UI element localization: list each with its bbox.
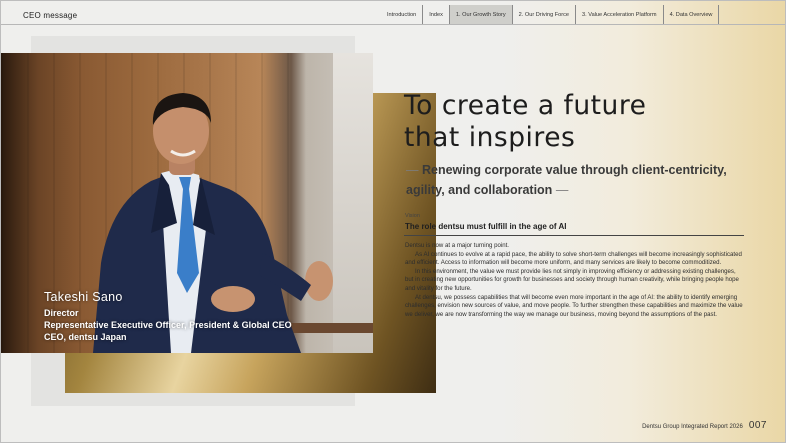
ceo-name: Takeshi Sano [44,290,123,304]
headline-line-2: that inspires [404,122,576,153]
subheadline: — Renewing corporate value through clien… [406,160,751,200]
subhead-dash-open: — [406,163,419,177]
nav-data-overview[interactable]: 4. Data Overview [662,5,720,24]
body-paragraph: As AI continues to evolve at a rapid pac… [405,250,742,267]
nav-introduction[interactable]: Introduction [381,5,422,24]
section-title: The role dentsu must fulfill in the age … [405,222,567,231]
nav-our-driving-force[interactable]: 2. Our Driving Force [511,5,575,24]
ceo-title-japan: CEO, dentsu Japan [44,332,127,342]
body-paragraph: In this environment, the value we must p… [405,267,739,292]
body-copy: Dentsu is now at a major turning point. … [405,242,743,319]
subhead-dash-close: — [555,183,569,197]
portrait-caption: Takeshi Sano Director Representative Exe… [44,290,292,343]
page-section-title: CEO message [23,11,78,20]
header-divider [1,24,785,25]
report-page: CEO message Introduction Index 1. Our Gr… [0,0,786,443]
headline-line-1: To create a future [404,90,647,121]
section-divider [404,235,744,236]
page-number: 007 [748,420,767,431]
page-headline: To create a future that inspires [404,90,646,154]
report-name: Dentsu Group Integrated Report 2026 [642,424,743,430]
body-paragraph: At dentsu, we possess capabilities that … [405,293,743,318]
nav-our-growth-story[interactable]: 1. Our Growth Story [448,5,512,24]
section-label: Vision [405,213,420,219]
nav-index[interactable]: Index [422,5,449,24]
top-navigation: Introduction Index 1. Our Growth Story 2… [381,5,720,24]
ceo-title-director: Director [44,308,79,318]
body-paragraph: Dentsu is now at a major turning point. [405,242,509,249]
nav-value-acceleration-platform[interactable]: 3. Value Acceleration Platform [575,5,663,24]
ceo-title-president: Representative Executive Officer, Presid… [44,320,292,330]
page-footer: Dentsu Group Integrated Report 2026 007 [642,420,767,431]
